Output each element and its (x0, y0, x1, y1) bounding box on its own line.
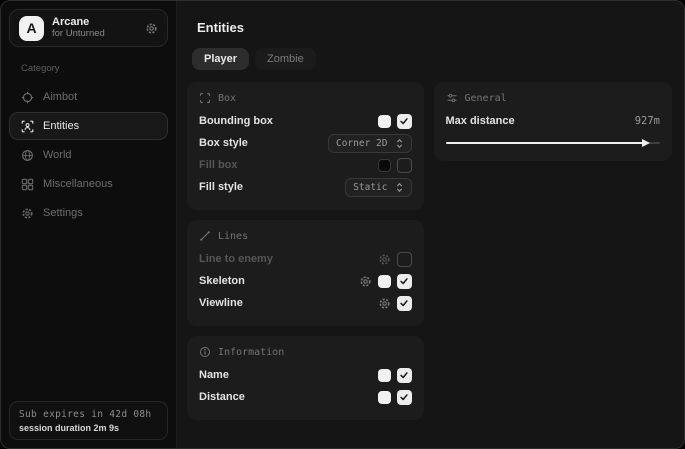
box-style-dropdown[interactable]: Corner 2D (328, 134, 411, 153)
row-gear-icon[interactable] (378, 297, 391, 310)
row-gear-icon[interactable] (378, 253, 391, 266)
checkbox[interactable] (397, 274, 412, 289)
setting-label: Line to enemy (199, 253, 273, 265)
setting-row-bounding-box: Bounding box (199, 110, 412, 132)
sidebar-nav: Aimbot Entities World Miscellaneous (9, 83, 168, 227)
checkbox[interactable] (397, 296, 412, 311)
sidebar-item-label: World (43, 149, 72, 161)
max-distance-slider[interactable] (446, 137, 661, 149)
subscription-info-card: Sub expires in 42d 08h session duration … (9, 401, 168, 440)
color-swatch[interactable] (378, 369, 391, 382)
setting-label: Distance (199, 391, 245, 403)
box-panel: Box Bounding box Box style (187, 82, 424, 210)
dropdown-value: Corner 2D (336, 138, 387, 149)
general-panel-header: General (446, 92, 661, 104)
setting-label: Box style (199, 137, 248, 149)
checkbox[interactable] (397, 252, 412, 267)
fill-style-dropdown[interactable]: Static (345, 178, 411, 197)
logo-card: A Arcane for Unturned (9, 9, 168, 47)
panel-title: Box (218, 93, 236, 104)
app-window: A Arcane for Unturned Category Aimbot (0, 0, 685, 449)
sliders-icon (446, 92, 458, 104)
general-panel: General Max distance 927m (434, 82, 673, 161)
sidebar-item-entities[interactable]: Entities (9, 112, 168, 140)
info-icon (199, 346, 211, 358)
setting-row-distance: Distance (199, 386, 412, 408)
setting-label: Fill box (199, 159, 238, 171)
corner-brackets-icon (199, 92, 211, 104)
slider-thumb[interactable] (642, 139, 650, 147)
setting-row-name: Name (199, 364, 412, 386)
entity-tabs: Player Zombie (192, 48, 672, 70)
setting-label: Name (199, 369, 229, 381)
sidebar-item-aimbot[interactable]: Aimbot (9, 83, 168, 111)
crosshair-icon (21, 91, 34, 104)
app-subtitle: for Unturned (52, 29, 137, 40)
sidebar-item-world[interactable]: World (9, 141, 168, 169)
globe-icon (21, 149, 34, 162)
app-title: Arcane (52, 16, 137, 29)
page-title: Entities (197, 20, 672, 35)
gear-icon (21, 207, 34, 220)
setting-label: Skeleton (199, 275, 245, 287)
account-gear-icon[interactable] (145, 22, 158, 35)
setting-label: Fill style (199, 181, 243, 193)
main-content: Entities Player Zombie Box Bounding box (177, 1, 684, 448)
sidebar-item-settings[interactable]: Settings (9, 199, 168, 227)
setting-label: Max distance (446, 115, 515, 127)
color-swatch[interactable] (378, 115, 391, 128)
sidebar-item-label: Settings (43, 207, 83, 219)
tab-player[interactable]: Player (192, 48, 249, 70)
color-swatch[interactable] (378, 275, 391, 288)
color-swatch[interactable] (378, 159, 391, 172)
setting-row-fill-style: Fill style Static (199, 176, 412, 198)
checkbox[interactable] (397, 114, 412, 129)
chevron-up-down-icon (395, 182, 404, 193)
lines-panel: Lines Line to enemy Skeleton (187, 220, 424, 326)
setting-row-max-distance: Max distance 927m (446, 110, 661, 132)
chevron-up-down-icon (395, 138, 404, 149)
setting-label: Bounding box (199, 115, 273, 127)
entity-scan-icon (21, 120, 34, 133)
lines-panel-header: Lines (199, 230, 412, 242)
sidebar-item-label: Aimbot (43, 91, 77, 103)
row-gear-icon[interactable] (359, 275, 372, 288)
setting-row-fill-box: Fill box (199, 154, 412, 176)
setting-row-viewline: Viewline (199, 292, 412, 314)
setting-row-line-to-enemy: Line to enemy (199, 248, 412, 270)
session-duration-text: session duration 2m 9s (19, 423, 158, 433)
dropdown-value: Static (353, 182, 387, 193)
app-avatar: A (19, 16, 44, 41)
panel-title: Lines (218, 231, 248, 242)
sidebar-item-label: Entities (43, 120, 79, 132)
setting-row-box-style: Box style Corner 2D (199, 132, 412, 154)
information-panel: Information Name Distance (187, 336, 424, 420)
checkbox[interactable] (397, 368, 412, 383)
panel-title: General (465, 93, 507, 104)
logo-text: Arcane for Unturned (52, 16, 137, 40)
category-label: Category (21, 63, 168, 74)
sidebar-item-miscellaneous[interactable]: Miscellaneous (9, 170, 168, 198)
tab-zombie[interactable]: Zombie (255, 48, 316, 70)
color-swatch[interactable] (378, 391, 391, 404)
checkbox[interactable] (397, 158, 412, 173)
setting-row-skeleton: Skeleton (199, 270, 412, 292)
panel-title: Information (218, 347, 284, 358)
box-panel-header: Box (199, 92, 412, 104)
line-tool-icon (199, 230, 211, 242)
setting-label: Viewline (199, 297, 243, 309)
max-distance-value: 927m (635, 115, 660, 127)
sub-expiry-text: Sub expires in 42d 08h (19, 409, 158, 420)
checkbox[interactable] (397, 390, 412, 405)
slider-fill (446, 142, 645, 144)
sidebar-item-label: Miscellaneous (43, 178, 113, 190)
sidebar: A Arcane for Unturned Category Aimbot (1, 1, 177, 448)
grid-icon (21, 178, 34, 191)
information-panel-header: Information (199, 346, 412, 358)
